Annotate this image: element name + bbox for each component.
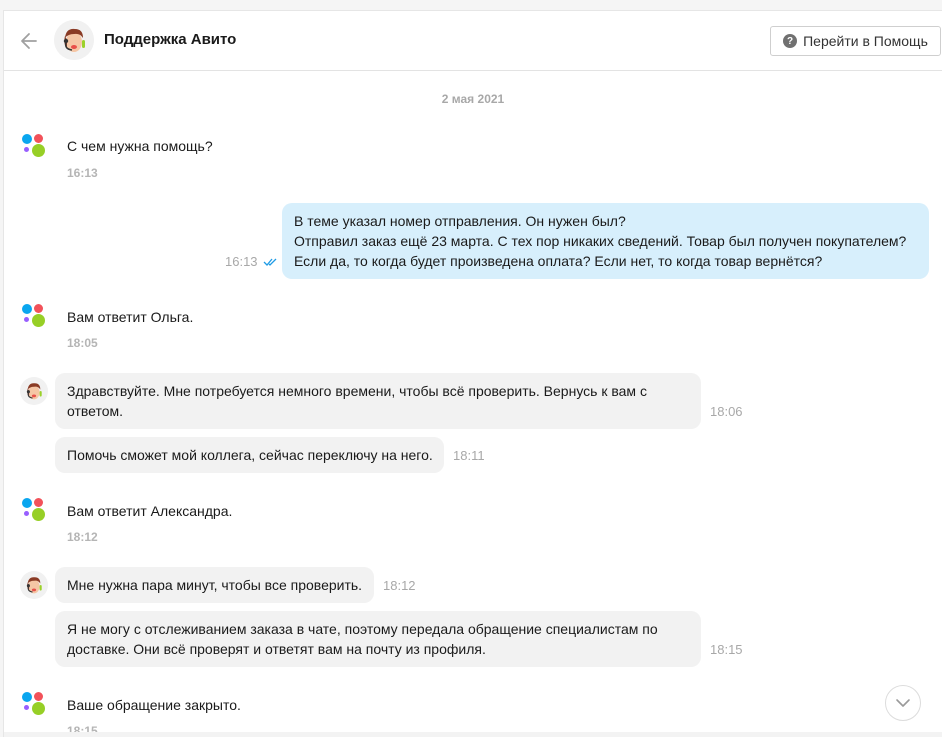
incoming-message: Помочь сможет мой коллега, сейчас перекл… (55, 437, 444, 473)
message-time: 18:05 (67, 336, 98, 350)
system-message: С чем нужна помощь? (67, 138, 213, 154)
incoming-message: Я не могу с отслеживанием заказа в чате,… (55, 611, 701, 667)
message-line: доставке. Они всё проверят и ответят вам… (67, 641, 486, 657)
message-time: 18:11 (453, 448, 485, 463)
message-time: 18:06 (710, 404, 743, 419)
chat-title: Поддержка Авито (104, 31, 237, 48)
message-time: 18:12 (383, 578, 416, 593)
message-time: 16:13 (225, 254, 258, 269)
scroll-down-button[interactable] (885, 685, 921, 721)
input-area-edge (4, 732, 942, 737)
message-time: 16:13 (67, 166, 98, 180)
support-agent-icon (54, 20, 94, 60)
chat-window: Поддержка Авито ? Перейти в Помощь 2 мая… (3, 10, 942, 737)
go-to-help-label: Перейти в Помощь (803, 33, 928, 49)
avito-bot-icon (21, 689, 47, 715)
outgoing-message: В теме указал номер отправления. Он нуже… (282, 203, 929, 279)
avito-bot-icon (21, 131, 47, 157)
message-line: Если да, то когда будет произведена опла… (294, 253, 823, 269)
chevron-down-icon (896, 699, 910, 707)
avito-bot-icon (21, 301, 47, 327)
agent-avatar (20, 377, 48, 405)
system-message: Вам ответит Ольга. (67, 309, 194, 325)
support-avatar (54, 20, 94, 60)
message-time: 18:12 (67, 530, 98, 544)
go-to-help-button[interactable]: ? Перейти в Помощь (770, 26, 941, 56)
back-button[interactable] (18, 30, 40, 52)
message-line: Отправил заказ ещё 23 марта. С тех пор н… (294, 233, 907, 249)
message-line: Помочь сможет мой коллега, сейчас перекл… (67, 447, 433, 463)
message-line: Я не могу с отслеживанием заказа в чате,… (67, 621, 658, 637)
message-line: Мне нужна пара минут, чтобы все проверит… (67, 577, 363, 593)
message-line: В теме указал номер отправления. Он нуже… (294, 213, 626, 229)
incoming-message: Мне нужна пара минут, чтобы все проверит… (55, 567, 374, 603)
incoming-message: Здравствуйте. Мне потребуется немного вр… (55, 373, 701, 429)
system-message: Ваше обращение закрыто. (67, 697, 241, 713)
message-time: 18:15 (710, 642, 743, 657)
arrow-left-icon (21, 33, 37, 49)
double-check-icon (263, 258, 277, 266)
avito-bot-icon (21, 495, 47, 521)
support-agent-icon (20, 377, 48, 405)
message-line: ответом. (67, 403, 124, 419)
question-circle-icon: ? (783, 34, 798, 48)
system-message: Вам ответит Александра. (67, 503, 233, 519)
agent-avatar (20, 571, 48, 599)
message-line: Здравствуйте. Мне потребуется немного вр… (67, 383, 647, 399)
date-separator: 2 мая 2021 (441, 92, 505, 106)
support-agent-icon (20, 571, 48, 599)
chat-header: Поддержка Авито ? Перейти в Помощь (4, 11, 942, 71)
